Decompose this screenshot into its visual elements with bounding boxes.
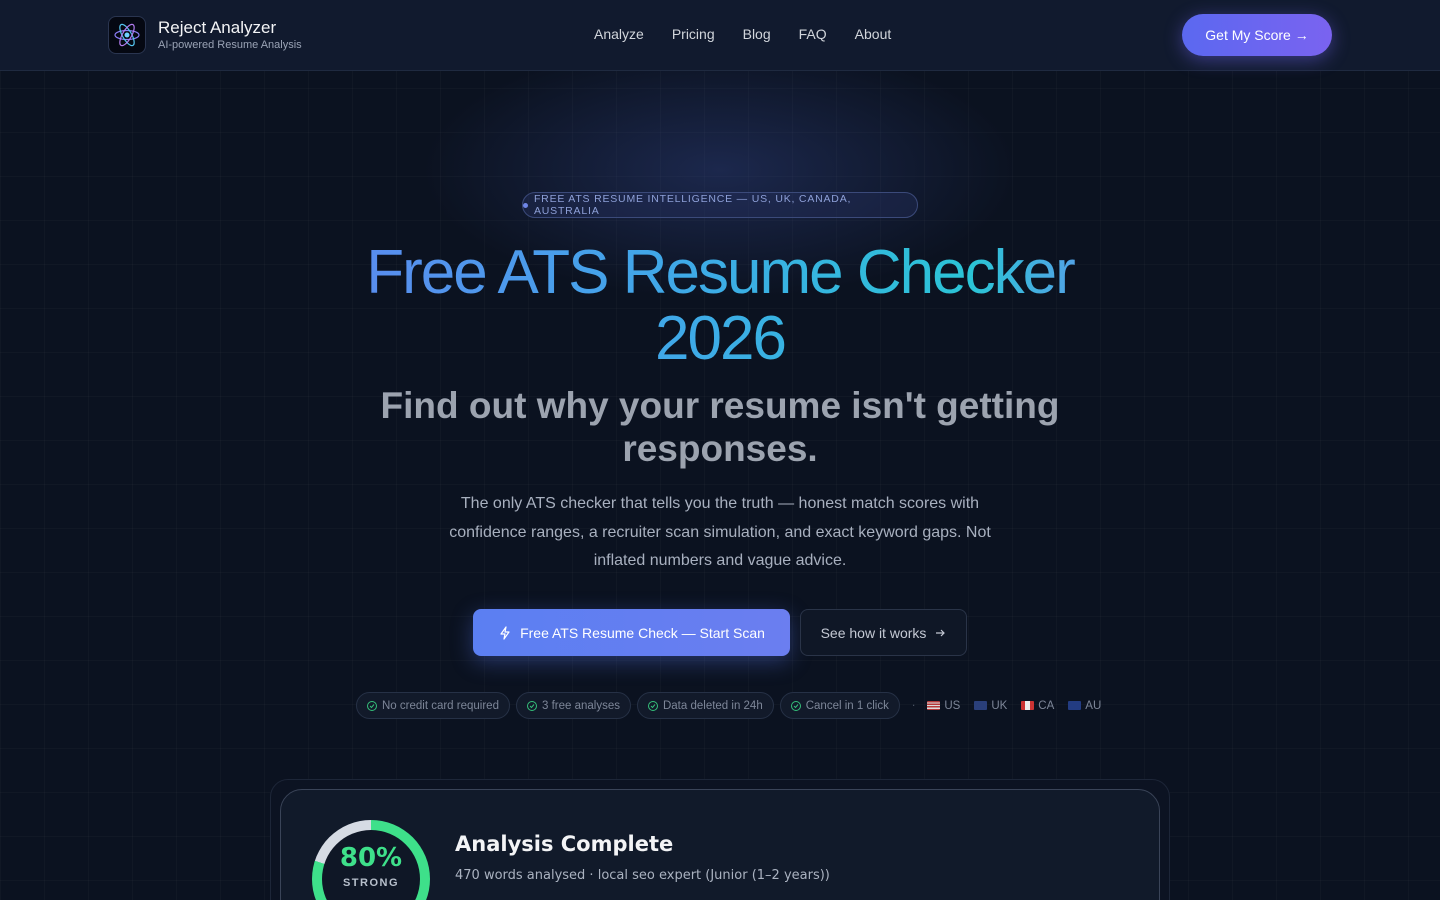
analysis-meta: 470 words analysed · local seo expert (J… [455,868,830,883]
badge-free-analyses: 3 free analyses [515,692,631,719]
brand-logo[interactable] [108,16,146,54]
top-navigation-bar: Reject Analyzer AI-powered Resume Analys… [0,0,1440,71]
score-value: 80% [339,843,403,873]
region-label: US [944,699,961,712]
start-scan-button[interactable]: Free ATS Resume Check — Start Scan [473,609,790,656]
main-nav: Analyze Pricing Blog FAQ About [594,26,919,42]
ca-flag-icon [1021,701,1035,710]
badge-label: Data deleted in 24h [662,699,763,712]
hero-pill-badge: FREE ATS RESUME INTELLIGENCE — US, UK, C… [522,192,918,218]
nav-link-analyze[interactable]: Analyze [594,26,644,42]
region-label: AU [1085,699,1102,712]
hero-subtitle: Find out why your resume isn't getting r… [380,385,1060,469]
region-label: CA [1038,699,1055,712]
atom-icon [114,23,140,47]
page-title: Free ATS Resume Checker 2026 [300,240,1140,372]
get-my-score-button[interactable]: Get My Score → [1182,14,1332,56]
pill-text: FREE ATS RESUME INTELLIGENCE — US, UK, C… [533,193,852,217]
check-icon [367,700,377,711]
pill-dot-icon [523,202,528,208]
region-ca: CA [1021,700,1054,712]
check-icon [647,700,658,711]
nav-link-pricing[interactable]: Pricing [672,26,715,42]
see-how-it-works-button[interactable]: See how it works [800,609,967,656]
badge-label: Cancel in 1 click [805,699,889,712]
us-flag-icon [927,701,941,710]
check-icon [526,700,537,711]
uk-flag-icon [974,701,988,710]
region-us: US [927,700,960,712]
separator-dot: · [911,699,916,712]
nav-link-faq[interactable]: FAQ [799,26,827,42]
nav-link-blog[interactable]: Blog [743,26,771,42]
nav-link-about[interactable]: About [855,26,892,42]
see-how-label: See how it works [820,624,927,641]
start-scan-label: Free ATS Resume Check — Start Scan [520,624,765,641]
badge-label: 3 free analyses [541,699,620,712]
region-au: AU [1068,700,1101,712]
trust-badges: No credit card required 3 free analyses … [356,692,1109,719]
arrow-right-icon [936,629,946,636]
region-label: UK [991,699,1008,712]
lightning-icon [500,625,510,640]
score-label: STRONG [342,877,400,889]
hero-description: The only ATS checker that tells you the … [449,495,991,569]
badge-data-deleted: Data deleted in 24h [636,692,774,719]
region-uk: UK [974,700,1007,712]
brand-name[interactable]: Reject Analyzer [158,18,276,38]
badge-label: No credit card required [382,699,499,712]
check-icon [790,700,801,711]
brand-tagline: AI-powered Resume Analysis [158,39,302,51]
au-flag-icon [1068,701,1082,710]
badge-no-credit-card: No credit card required [356,692,510,719]
badge-cancel: Cancel in 1 click [779,692,900,719]
analysis-title: Analysis Complete [455,832,674,856]
